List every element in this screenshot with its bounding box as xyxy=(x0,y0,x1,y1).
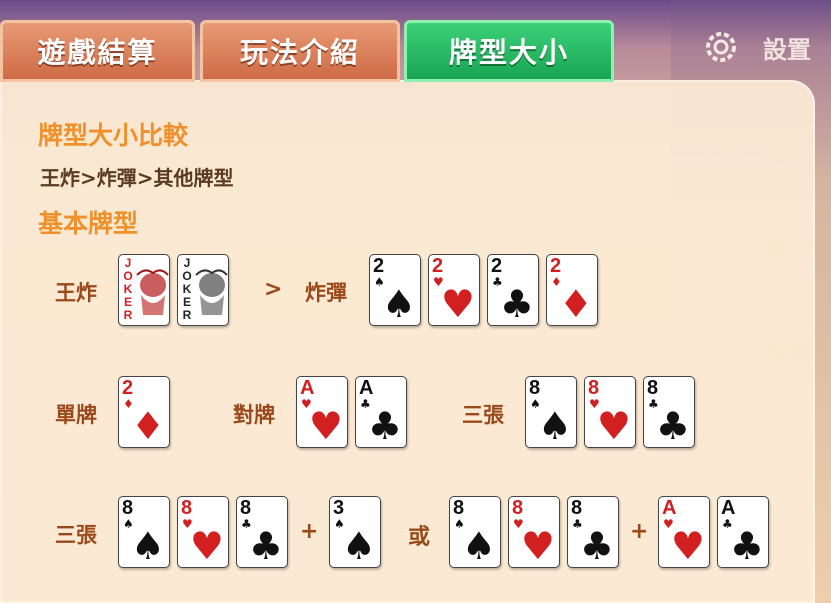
card-suit-large: ♣ xyxy=(579,524,614,568)
card-rank: 2 xyxy=(373,255,385,277)
card-suit-large: ♥ xyxy=(189,524,224,568)
tab-game-settlement[interactable]: 遊戲結算 xyxy=(0,20,195,82)
playing-card: A ♥ ♥ xyxy=(296,376,348,448)
card-rank: 2 xyxy=(122,377,134,399)
tab-label: 遊戲結算 xyxy=(37,36,158,69)
tab-label: 玩法介紹 xyxy=(239,36,360,69)
card-rank: 8 xyxy=(529,377,541,399)
triple-with-label: 三張 xyxy=(55,523,97,547)
or-text: 或 xyxy=(408,525,431,550)
card-suit-large: ♣ xyxy=(729,524,764,568)
card-suit-large: ♣ xyxy=(499,282,534,326)
settings-label: 設置 xyxy=(763,35,811,64)
red-joker-card: JOKER xyxy=(118,254,170,326)
playing-card: 2 ♦ ♦ xyxy=(118,376,170,448)
black-joker-card: JOKER xyxy=(177,254,229,326)
triple-label: 三張 xyxy=(462,403,504,427)
card-suit-large: ♦ xyxy=(558,282,593,326)
card-suit-large: ♥ xyxy=(670,524,705,568)
playing-card: 8 ♠ ♠ xyxy=(449,496,501,568)
greater-than-sign: > xyxy=(264,277,283,302)
tab-how-to-play[interactable]: 玩法介紹 xyxy=(200,20,400,82)
card-suit-large: ♣ xyxy=(655,404,690,448)
playing-card: 8 ♣ ♣ xyxy=(643,376,695,448)
card-rank: A xyxy=(300,377,315,399)
playing-card: A ♣ ♣ xyxy=(355,376,407,448)
plus-sign: + xyxy=(300,519,319,544)
card-rank: 8 xyxy=(122,497,134,519)
playing-card: A ♣ ♣ xyxy=(717,496,769,568)
card-rank: A xyxy=(662,497,677,519)
card-rank: 8 xyxy=(240,497,252,519)
card-rank: 8 xyxy=(512,497,524,519)
playing-card: 3 ♠ ♠ xyxy=(329,496,381,568)
plus-sign: + xyxy=(630,519,649,544)
card-rank: 2 xyxy=(432,255,444,277)
playing-card: 2 ♥ ♥ xyxy=(428,254,480,326)
card-rank: 8 xyxy=(647,377,659,399)
playing-card: A ♥ ♥ xyxy=(658,496,710,568)
card-rank: 3 xyxy=(333,497,345,519)
gear-icon xyxy=(706,32,736,62)
tab-card-ranking[interactable]: 牌型大小 xyxy=(404,20,614,82)
playing-card: 8 ♣ ♣ xyxy=(236,496,288,568)
card-rank: 8 xyxy=(571,497,583,519)
playing-card: 2 ♣ ♣ xyxy=(487,254,539,326)
playing-card: 2 ♠ ♠ xyxy=(369,254,421,326)
card-suit-large: ♥ xyxy=(596,404,631,448)
card-suit-large: ♥ xyxy=(308,404,343,448)
joker-text: JOKER xyxy=(182,256,192,322)
playing-card: 8 ♣ ♣ xyxy=(567,496,619,568)
card-rank: A xyxy=(359,377,374,399)
card-suit-large: ♠ xyxy=(461,524,496,568)
playing-card: 8 ♥ ♥ xyxy=(508,496,560,568)
joker-text: JOKER xyxy=(123,256,133,322)
compare-text: 王炸>炸彈>其他牌型 xyxy=(40,166,234,190)
playing-card: 2 ♦ ♦ xyxy=(546,254,598,326)
playing-card: 8 ♠ ♠ xyxy=(118,496,170,568)
card-rank: 8 xyxy=(181,497,193,519)
card-rank: 8 xyxy=(453,497,465,519)
card-suit-large: ♠ xyxy=(130,524,165,568)
card-rank: A xyxy=(721,497,736,519)
card-suit-large: ♠ xyxy=(381,282,416,326)
compare-title: 牌型大小比較 xyxy=(38,121,189,150)
rocket-label: 王炸 xyxy=(55,281,97,305)
playing-card: 8 ♥ ♥ xyxy=(584,376,636,448)
card-suit-large: ♥ xyxy=(520,524,555,568)
tab-label: 牌型大小 xyxy=(448,36,569,69)
card-rank: 2 xyxy=(550,255,562,277)
single-label: 單牌 xyxy=(55,403,97,427)
playing-card: 8 ♥ ♥ xyxy=(177,496,229,568)
card-suit-large: ♣ xyxy=(367,404,402,448)
bomb-label: 炸彈 xyxy=(305,281,347,305)
card-rank: 2 xyxy=(491,255,503,277)
card-rank: 8 xyxy=(588,377,600,399)
card-suit-large: ♠ xyxy=(341,524,376,568)
card-suit-large: ♦ xyxy=(130,404,165,448)
basic-types-title: 基本牌型 xyxy=(38,209,139,238)
card-suit-large: ♥ xyxy=(440,282,475,326)
pair-label: 對牌 xyxy=(233,403,275,427)
card-suit-large: ♣ xyxy=(248,524,283,568)
settings-menu-item[interactable]: 設置 xyxy=(701,27,811,67)
joker-figure-icon xyxy=(136,269,169,315)
playing-card: 8 ♠ ♠ xyxy=(525,376,577,448)
joker-figure-icon xyxy=(195,269,228,315)
card-suit-large: ♠ xyxy=(537,404,572,448)
